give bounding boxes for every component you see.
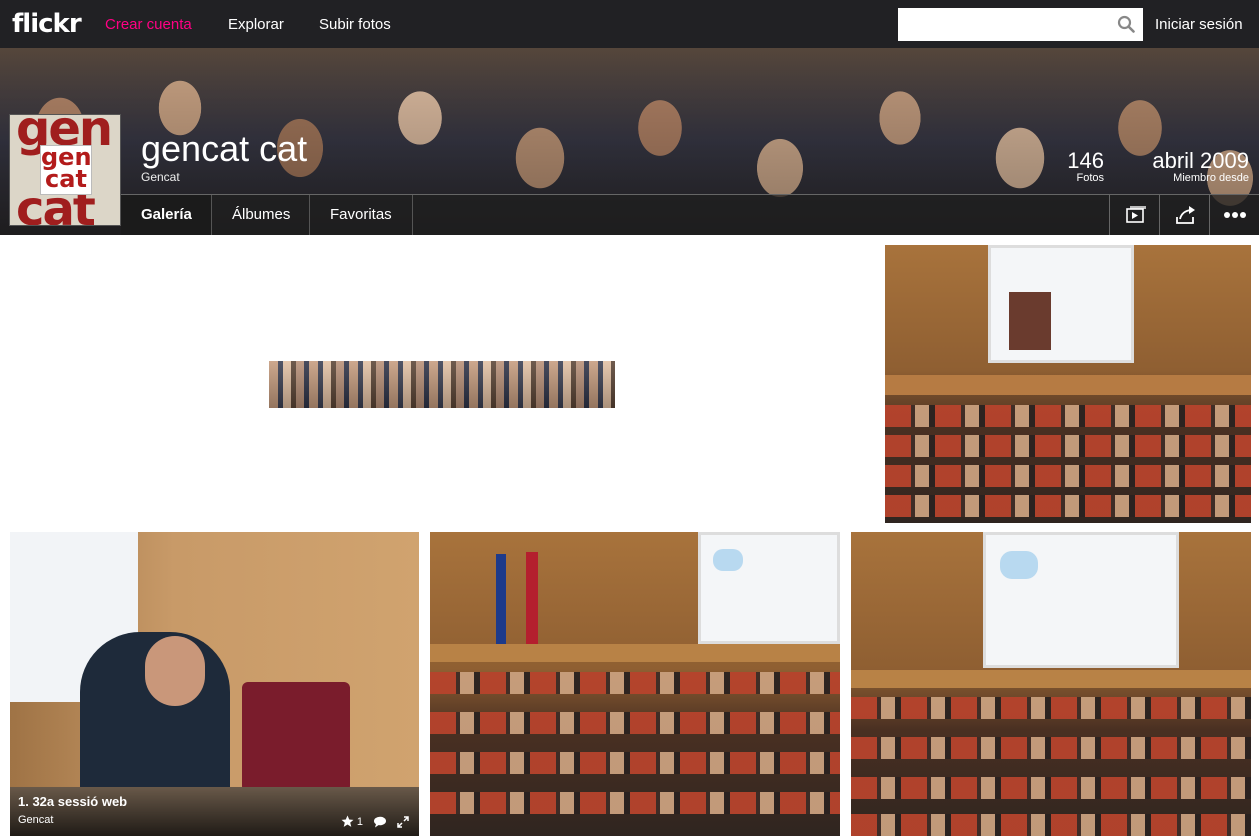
crowd-thumbnail[interactable] <box>269 361 615 408</box>
expand-icon[interactable] <box>397 815 409 828</box>
photo-thumbnail[interactable] <box>851 532 1251 836</box>
tab-favorites[interactable]: Favoritas <box>310 195 413 235</box>
more-icon <box>1224 212 1246 218</box>
upload-link[interactable]: Subir fotos <box>319 16 391 33</box>
photo-owner[interactable]: Gencat <box>18 814 53 826</box>
flag <box>496 554 506 649</box>
seat-row <box>851 814 1251 836</box>
share-button[interactable] <box>1159 195 1209 235</box>
photo-title[interactable]: 1. 32a sessió web <box>18 794 127 809</box>
profile-username: gencat cat <box>141 128 308 169</box>
seat-row <box>851 777 1251 799</box>
slideshow-button[interactable] <box>1109 195 1159 235</box>
slide-portrait <box>1009 292 1051 350</box>
fave-button[interactable]: 1 <box>341 815 363 828</box>
create-account-link[interactable]: Crear cuenta <box>105 16 192 33</box>
photos-count: 146 <box>1067 148 1104 173</box>
projector-screen <box>698 532 840 644</box>
seat-row <box>430 672 840 694</box>
photo-thumbnail[interactable] <box>430 532 840 836</box>
star-icon <box>341 815 354 827</box>
seat-row <box>885 465 1251 487</box>
avatar-box-bottom: cat <box>45 165 87 193</box>
flickr-logo[interactable]: flickr <box>12 9 82 39</box>
photos-label: Fotos <box>1076 172 1104 184</box>
comment-icon[interactable] <box>373 816 387 828</box>
more-options-button[interactable] <box>1209 195 1259 235</box>
cover-photo: gen cat gen cat gencat cat Gencat 146 Fo… <box>0 48 1259 235</box>
seat-row <box>851 697 1251 719</box>
seat-row <box>885 495 1251 517</box>
photo-caption: 1. 32a sessió web Gencat 1 <box>10 786 419 836</box>
speaker-face <box>145 636 205 706</box>
avatar-logo-box: gen cat <box>40 145 92 195</box>
projector-screen <box>983 532 1179 668</box>
stage <box>885 375 1251 395</box>
seat-row <box>885 405 1251 427</box>
seat-row <box>885 435 1251 457</box>
projector-screen <box>988 245 1134 363</box>
seat-row <box>430 752 840 774</box>
search-input[interactable] <box>898 8 1108 39</box>
stage <box>430 644 840 662</box>
top-navbar: flickr Crear cuenta Explorar Subir fotos… <box>0 0 1259 48</box>
fave-count: 1 <box>356 815 363 828</box>
share-icon <box>1176 206 1195 224</box>
profile-tabs: Galería Álbumes Favoritas <box>121 194 1259 235</box>
chair <box>242 682 350 792</box>
seat-row <box>851 737 1251 759</box>
signin-link[interactable]: Iniciar sesión <box>1155 16 1243 33</box>
profile-realname: Gencat <box>141 170 180 184</box>
tab-albums[interactable]: Álbumes <box>212 195 310 235</box>
slideshow-icon <box>1126 206 1146 223</box>
member-since: abril 2009 <box>1152 148 1249 173</box>
flag <box>526 552 538 647</box>
stage <box>851 670 1251 688</box>
seat-row <box>430 792 840 814</box>
member-since-label: Miembro desde <box>1173 172 1249 184</box>
avatar[interactable]: gen cat gen cat <box>9 114 121 226</box>
search-box <box>898 8 1143 41</box>
slide-cloud <box>713 549 743 571</box>
seat-row <box>430 712 840 734</box>
photo-actions: 1 <box>341 815 409 828</box>
photo-thumbnail[interactable]: 1. 32a sessió web Gencat 1 <box>10 532 419 836</box>
photo-thumbnail[interactable] <box>885 245 1251 523</box>
search-icon[interactable] <box>1117 15 1135 33</box>
tab-gallery[interactable]: Galería <box>121 195 212 235</box>
slide-cloud <box>1000 551 1038 579</box>
explore-link[interactable]: Explorar <box>228 16 284 33</box>
